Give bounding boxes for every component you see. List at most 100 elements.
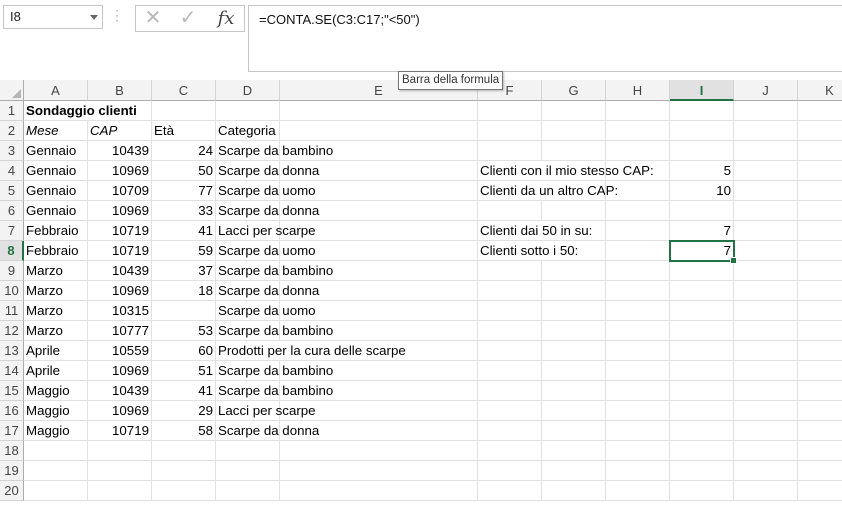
cell-c8[interactable]: 59 (152, 241, 216, 261)
row-header-6[interactable]: 6 (0, 201, 24, 221)
cell-e19[interactable] (280, 461, 478, 481)
cell-f7[interactable]: Clienti dai 50 in su: (478, 221, 592, 241)
cell-f13[interactable] (478, 341, 542, 361)
cell-j3[interactable] (734, 141, 798, 161)
cell-f15[interactable] (478, 381, 542, 401)
cell-i19[interactable] (670, 461, 734, 481)
column-header-j[interactable]: J (734, 80, 798, 101)
cell-d10[interactable]: Scarpe da donna (216, 281, 319, 301)
cell-c10[interactable]: 18 (152, 281, 216, 301)
cell-e13[interactable] (280, 341, 478, 361)
cell-c9[interactable]: 37 (152, 261, 216, 281)
cell-i3[interactable] (670, 141, 734, 161)
cell-j9[interactable] (734, 261, 798, 281)
fill-handle[interactable] (730, 257, 737, 264)
cell-f8[interactable]: Clienti sotto i 50: (478, 241, 578, 261)
cell-g10[interactable] (542, 281, 606, 301)
cell-i18[interactable] (670, 441, 734, 461)
cell-d2[interactable]: Categoria (216, 121, 280, 141)
cell-g16[interactable] (542, 401, 606, 421)
cell-j10[interactable] (734, 281, 798, 301)
row-header-10[interactable]: 10 (0, 281, 24, 301)
cell-g5[interactable] (542, 181, 606, 201)
cell-d14[interactable]: Scarpe da bambino (216, 361, 333, 381)
cell-e3[interactable] (280, 141, 478, 161)
cell-g7[interactable] (542, 221, 606, 241)
cell-b12[interactable]: 10777 (88, 321, 152, 341)
cell-g2[interactable] (542, 121, 606, 141)
column-header-a[interactable]: A (24, 80, 88, 101)
cell-j18[interactable] (734, 441, 798, 461)
cell-f18[interactable] (478, 441, 542, 461)
cell-j20[interactable] (734, 481, 798, 501)
cell-j2[interactable] (734, 121, 798, 141)
cell-g3[interactable] (542, 141, 606, 161)
cell-b17[interactable]: 10719 (88, 421, 152, 441)
cell-h18[interactable] (606, 441, 670, 461)
cell-g14[interactable] (542, 361, 606, 381)
cell-b4[interactable]: 10969 (88, 161, 152, 181)
cell-k1[interactable] (798, 101, 842, 121)
cell-b20[interactable] (88, 481, 152, 501)
cell-c16[interactable]: 29 (152, 401, 216, 421)
cell-k4[interactable] (798, 161, 842, 181)
cell-a11[interactable]: Marzo (24, 301, 88, 321)
cell-f2[interactable] (478, 121, 542, 141)
cell-k8[interactable] (798, 241, 842, 261)
cell-k17[interactable] (798, 421, 842, 441)
cell-c18[interactable] (152, 441, 216, 461)
cell-i7[interactable]: 7 (670, 221, 734, 241)
cell-j7[interactable] (734, 221, 798, 241)
cell-d7[interactable]: Lacci per scarpe (216, 221, 316, 241)
cell-i4[interactable]: 5 (670, 161, 734, 181)
cell-b18[interactable] (88, 441, 152, 461)
cell-k5[interactable] (798, 181, 842, 201)
cell-b9[interactable]: 10439 (88, 261, 152, 281)
cell-f11[interactable] (478, 301, 542, 321)
row-header-14[interactable]: 14 (0, 361, 24, 381)
column-header-b[interactable]: B (88, 80, 152, 101)
row-header-20[interactable]: 20 (0, 481, 24, 501)
column-header-c[interactable]: C (152, 80, 216, 101)
cell-d6[interactable]: Scarpe da donna (216, 201, 319, 221)
cell-i2[interactable] (670, 121, 734, 141)
cell-i8[interactable]: 7 (669, 240, 735, 262)
row-header-11[interactable]: 11 (0, 301, 24, 321)
cell-g12[interactable] (542, 321, 606, 341)
cell-c14[interactable]: 51 (152, 361, 216, 381)
cell-c13[interactable]: 60 (152, 341, 216, 361)
row-header-8[interactable]: 8 (0, 241, 24, 261)
cell-b1[interactable] (88, 101, 152, 121)
cell-j16[interactable] (734, 401, 798, 421)
row-header-3[interactable]: 3 (0, 141, 24, 161)
cell-e4[interactable] (280, 161, 478, 181)
cell-d3[interactable]: Scarpe da bambino (216, 141, 333, 161)
cell-i6[interactable] (670, 201, 734, 221)
cell-h17[interactable] (606, 421, 670, 441)
cell-i10[interactable] (670, 281, 734, 301)
cell-e16[interactable] (280, 401, 478, 421)
cell-j19[interactable] (734, 461, 798, 481)
cell-c5[interactable]: 77 (152, 181, 216, 201)
cell-j14[interactable] (734, 361, 798, 381)
row-header-16[interactable]: 16 (0, 401, 24, 421)
cell-d17[interactable]: Scarpe da donna (216, 421, 319, 441)
cell-b16[interactable]: 10969 (88, 401, 152, 421)
cell-j5[interactable] (734, 181, 798, 201)
cell-e12[interactable] (280, 321, 478, 341)
cell-h15[interactable] (606, 381, 670, 401)
cell-j17[interactable] (734, 421, 798, 441)
cell-j1[interactable] (734, 101, 798, 121)
chevron-down-icon[interactable] (90, 15, 98, 20)
cell-i15[interactable] (670, 381, 734, 401)
cell-b3[interactable]: 10439 (88, 141, 152, 161)
cell-d1[interactable] (216, 101, 280, 121)
cell-g19[interactable] (542, 461, 606, 481)
row-header-17[interactable]: 17 (0, 421, 24, 441)
cell-c4[interactable]: 50 (152, 161, 216, 181)
cell-b6[interactable]: 10969 (88, 201, 152, 221)
cell-g9[interactable] (542, 261, 606, 281)
cell-b8[interactable]: 10719 (88, 241, 152, 261)
cell-h12[interactable] (606, 321, 670, 341)
cancel-x-icon[interactable]: ✕ (138, 7, 168, 30)
